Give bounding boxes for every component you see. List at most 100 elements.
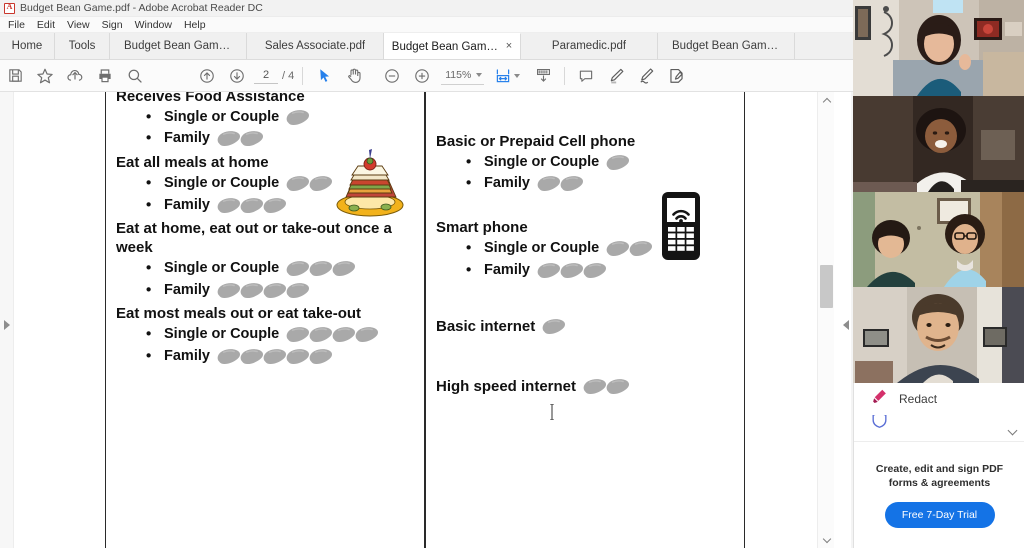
list-item: Single or Couple	[116, 173, 414, 195]
bean-count-5	[215, 347, 334, 367]
food-group-1-list: Single or Couple Family	[116, 107, 414, 151]
tool-redact[interactable]: Redact	[854, 383, 1024, 415]
tab-document-1[interactable]: Budget Bean Game...	[110, 33, 247, 59]
tab-document-3-active[interactable]: Budget Bean Game... ×	[384, 33, 521, 59]
next-page-icon[interactable]	[222, 61, 252, 91]
list-item: Family	[116, 346, 414, 368]
zoom-level-value: 115%	[445, 69, 472, 81]
bean-icon	[238, 129, 265, 149]
comm-g2-item2-label: Family	[484, 261, 530, 278]
bean-count-1	[540, 317, 567, 337]
acrobat-tools-pane: Redact Create, edit and sign PDF forms &…	[853, 383, 1024, 548]
video-tile-participant-1[interactable]	[853, 0, 1024, 96]
food-group-4-heading: Eat most meals out or eat take-out	[116, 305, 362, 323]
tab-document-1-label: Budget Bean Game...	[124, 40, 232, 52]
food-g4-item1-label: Single or Couple	[164, 326, 280, 343]
food-g3-item2-label: Family	[164, 281, 210, 298]
zoom-level-selector[interactable]: 115%	[441, 67, 485, 85]
window-title: Budget Bean Game.pdf - Adobe Acrobat Rea…	[20, 2, 263, 14]
upload-cloud-icon[interactable]	[60, 61, 90, 91]
list-item: Single or Couple	[116, 107, 414, 129]
page-display-icon[interactable]	[528, 61, 558, 91]
close-icon[interactable]: ×	[506, 41, 512, 52]
free-trial-button[interactable]: Free 7-Day Trial	[884, 502, 995, 529]
zoom-in-icon[interactable]	[407, 61, 437, 91]
fit-page-chevron-down-icon[interactable]	[514, 73, 521, 78]
star-icon[interactable]	[30, 61, 60, 91]
page-number-input[interactable]	[254, 67, 278, 84]
menu-help[interactable]: Help	[178, 17, 212, 33]
bean-count-3	[215, 196, 288, 216]
food-group-3-list: Single or Couple Family	[116, 258, 414, 302]
menu-window[interactable]: Window	[129, 17, 178, 33]
bean-icon	[558, 174, 585, 194]
select-cursor-icon[interactable]	[309, 61, 339, 91]
expand-right-pane-icon[interactable]	[843, 320, 849, 330]
bean-count-3	[535, 261, 608, 281]
tab-tools[interactable]: Tools	[55, 33, 110, 59]
bean-count-2	[535, 174, 585, 194]
highlight-icon[interactable]	[601, 61, 631, 91]
video-tile-participant-3[interactable]	[853, 192, 1024, 287]
list-item: Family	[116, 280, 414, 302]
video-tile-participant-2[interactable]	[853, 96, 1024, 192]
protect-icon	[870, 415, 889, 429]
comm-group-2-list: Single or Couple Family	[436, 238, 734, 282]
bean-icon	[284, 108, 311, 128]
pdf-sheet: Food Receives Food Assistance Single or …	[105, 92, 745, 548]
comm-group-1-heading: Basic or Prepaid Cell phone	[436, 132, 636, 150]
tab-home[interactable]: Home	[0, 33, 55, 59]
bean-count-1	[284, 108, 311, 128]
promo-text: Create, edit and sign PDF forms & agreem…	[875, 462, 1004, 489]
tool-protect[interactable]	[854, 415, 1024, 429]
tab-bar: Home Tools Budget Bean Game... Sales Ass…	[0, 33, 853, 60]
food-g2-item2-label: Family	[164, 196, 210, 213]
comment-icon[interactable]	[571, 61, 601, 91]
expand-left-pane-icon[interactable]	[4, 320, 10, 330]
bean-icon	[307, 174, 334, 194]
toolbar-separator-1	[302, 66, 304, 85]
zoom-out-icon[interactable]	[377, 61, 407, 91]
hand-tool-icon[interactable]	[339, 61, 369, 91]
menu-view[interactable]: View	[61, 17, 96, 33]
comm-standalone-2: High speed internet	[436, 377, 734, 397]
bean-count-2	[581, 377, 631, 397]
video-tile-participant-4[interactable]	[853, 287, 1024, 383]
fill-and-sign-icon[interactable]	[661, 61, 691, 91]
bean-icon	[330, 259, 357, 279]
panel-food: Food Receives Food Assistance Single or …	[105, 92, 425, 548]
previous-page-icon[interactable]	[192, 61, 222, 91]
save-icon[interactable]	[0, 61, 30, 91]
tab-document-5[interactable]: Budget Bean Game...	[658, 33, 795, 59]
bean-icon	[540, 317, 567, 337]
video-conference-panel: Redact Create, edit and sign PDF forms &…	[853, 0, 1024, 548]
find-icon[interactable]	[120, 61, 150, 91]
comm-g1-item1-label: Single or Couple	[484, 153, 600, 170]
redact-icon	[870, 387, 889, 411]
menu-edit[interactable]: Edit	[31, 17, 61, 33]
food-group-3-heading: Eat at home, eat out or take-out once a …	[116, 220, 392, 257]
scroll-down-icon[interactable]	[818, 531, 835, 548]
bean-icon	[604, 377, 631, 397]
comm-group-1-list: Single or Couple Family	[436, 152, 734, 196]
menu-file[interactable]: File	[2, 17, 31, 33]
tab-document-2[interactable]: Sales Associate.pdf	[247, 33, 384, 59]
vertical-scrollbar[interactable]	[817, 92, 834, 548]
scrollbar-thumb[interactable]	[820, 265, 833, 308]
page-navigator: / 4	[254, 67, 294, 84]
chevron-down-icon[interactable]	[476, 73, 483, 77]
tab-tools-label: Tools	[68, 40, 96, 52]
bean-count-1	[604, 153, 631, 173]
tab-document-4[interactable]: Paramedic.pdf	[521, 33, 658, 59]
print-icon[interactable]	[90, 61, 120, 91]
bean-count-2	[604, 239, 654, 259]
bean-icon	[353, 325, 380, 345]
bean-icon	[284, 281, 311, 301]
sign-icon[interactable]	[631, 61, 661, 91]
scroll-up-icon[interactable]	[818, 92, 835, 109]
tool-redact-label: Redact	[899, 392, 938, 406]
title-bar: Budget Bean Game.pdf - Adobe Acrobat Rea…	[0, 0, 853, 17]
food-group-2-heading: Eat all meals at home	[116, 154, 269, 172]
list-item: Family	[436, 260, 734, 282]
menu-sign[interactable]: Sign	[96, 17, 129, 33]
